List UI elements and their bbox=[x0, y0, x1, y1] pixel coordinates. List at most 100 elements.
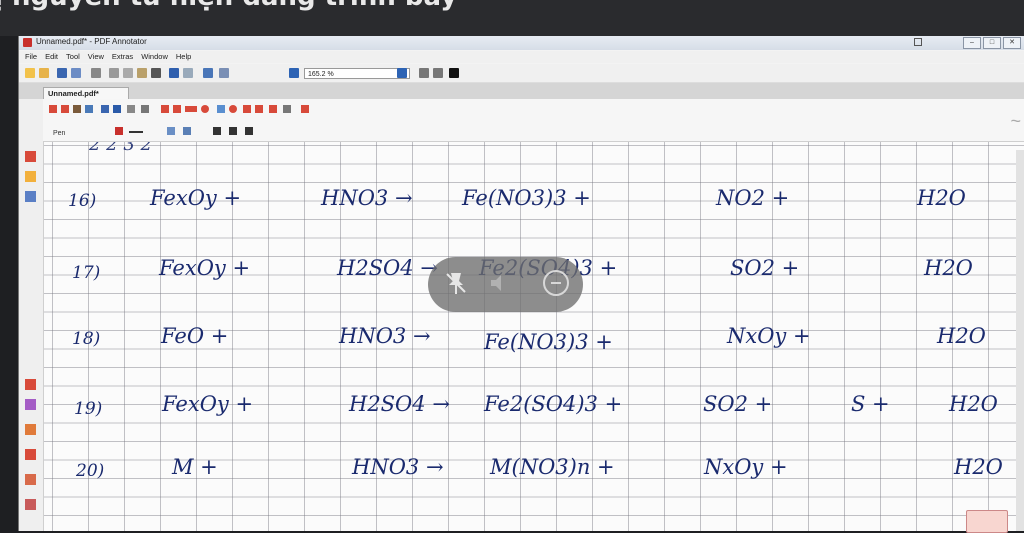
eraser-icon[interactable] bbox=[25, 499, 36, 510]
hand-tool-icon[interactable] bbox=[73, 105, 81, 113]
reactant-1: FexOy + bbox=[162, 392, 254, 416]
pen-tool-icon[interactable] bbox=[25, 151, 36, 162]
highlighter-icon[interactable] bbox=[25, 424, 36, 435]
stamp-icon[interactable] bbox=[25, 449, 36, 460]
product-1: Fe(NO3)3 + bbox=[484, 330, 613, 354]
smoothing-icon[interactable] bbox=[183, 127, 191, 135]
copy-icon[interactable] bbox=[123, 68, 133, 78]
line-tool-icon[interactable] bbox=[161, 105, 169, 113]
menu-edit[interactable]: Edit bbox=[45, 51, 58, 63]
zoom-select[interactable]: 165.2 % ▼ bbox=[304, 68, 410, 79]
camera-tool-icon[interactable] bbox=[243, 105, 251, 113]
product-2: NxOy + bbox=[704, 455, 788, 479]
minimize-button[interactable]: – bbox=[963, 37, 981, 49]
fit-page-icon[interactable] bbox=[419, 68, 429, 78]
underline-icon[interactable] bbox=[229, 127, 237, 135]
rectangle-tool-icon[interactable] bbox=[185, 106, 197, 112]
maximize-button[interactable]: □ bbox=[983, 37, 1001, 49]
pen-tool-button-icon[interactable] bbox=[101, 105, 109, 113]
menu-view[interactable]: View bbox=[88, 51, 104, 63]
product-4: H2O bbox=[917, 186, 966, 210]
print-icon[interactable] bbox=[91, 68, 101, 78]
menu-extras[interactable]: Extras bbox=[112, 51, 133, 63]
product-4: H2O bbox=[937, 324, 986, 348]
window-controls: – □ ✕ bbox=[963, 37, 1021, 49]
annotation-toolbar: Pen ~ bbox=[43, 99, 1024, 142]
menu-file[interactable]: File bbox=[25, 51, 37, 63]
fullscreen-icon[interactable] bbox=[449, 68, 459, 78]
cut-icon[interactable] bbox=[109, 68, 119, 78]
save-as-icon[interactable] bbox=[71, 68, 81, 78]
close-button[interactable]: ✕ bbox=[1003, 37, 1021, 49]
text-style-icon[interactable] bbox=[213, 127, 221, 135]
partial-top-line: 2 2 3 2 bbox=[89, 142, 152, 155]
find-icon[interactable] bbox=[203, 68, 213, 78]
note-icon[interactable] bbox=[25, 171, 36, 182]
zoom-in-icon[interactable] bbox=[397, 68, 407, 78]
image-tool-icon[interactable] bbox=[127, 105, 135, 113]
zoom-tool-icon[interactable] bbox=[85, 105, 93, 113]
product-1: M(NO3)n + bbox=[490, 455, 615, 479]
magic-tool-icon[interactable] bbox=[283, 105, 291, 113]
corner-action-button[interactable] bbox=[966, 510, 1008, 533]
product-3: S + bbox=[851, 392, 890, 416]
pen-color-icon[interactable] bbox=[115, 127, 123, 135]
link-tool-icon[interactable] bbox=[217, 105, 225, 113]
new-document-icon[interactable] bbox=[25, 68, 35, 78]
menu-help[interactable]: Help bbox=[176, 51, 191, 63]
restore-icon[interactable] bbox=[914, 38, 922, 46]
highlighter-tool-icon[interactable] bbox=[269, 105, 277, 113]
line-width-icon[interactable] bbox=[129, 131, 143, 133]
reactant-2: HNO3 → bbox=[352, 455, 444, 479]
arrow-tool-icon[interactable] bbox=[173, 105, 181, 113]
product-2: SO2 + bbox=[730, 256, 800, 280]
user-tool-icon[interactable] bbox=[141, 105, 149, 113]
product-2: NxOy + bbox=[727, 324, 811, 348]
document-tab-row: Unnamed.pdf* bbox=[19, 83, 1024, 99]
open-folder-icon[interactable] bbox=[39, 68, 49, 78]
unpin-icon[interactable] bbox=[442, 269, 470, 297]
document-page[interactable]: 2 2 3 2 16) FexOy + HNO3 → Fe(NO3)3 + NO… bbox=[44, 142, 1024, 531]
tool-name-label: Pen bbox=[53, 130, 66, 137]
page-view-icon[interactable] bbox=[219, 68, 229, 78]
reactant-2: H2SO4 → bbox=[349, 392, 450, 416]
select-tool-icon[interactable] bbox=[49, 105, 57, 113]
floating-action-pill bbox=[428, 257, 583, 312]
paste-icon[interactable] bbox=[137, 68, 147, 78]
menu-tool[interactable]: Tool bbox=[66, 51, 80, 63]
paperclip-icon[interactable] bbox=[25, 191, 36, 202]
undo-icon[interactable] bbox=[169, 68, 179, 78]
redo-icon[interactable] bbox=[183, 68, 193, 78]
ellipse-tool-icon[interactable] bbox=[201, 105, 209, 113]
pen-style-icon[interactable] bbox=[167, 127, 175, 135]
favorites-heart-icon[interactable] bbox=[301, 105, 309, 113]
marker-tool-icon[interactable] bbox=[113, 105, 121, 113]
product-1: Fe(NO3)3 + bbox=[462, 186, 591, 210]
marker-icon[interactable] bbox=[25, 399, 36, 410]
product-2: SO2 + bbox=[703, 392, 773, 416]
user-stamp-icon[interactable] bbox=[25, 474, 36, 485]
save-icon[interactable] bbox=[57, 68, 67, 78]
equation-number: 16) bbox=[68, 191, 97, 211]
product-4: H2O bbox=[949, 392, 998, 416]
strikethrough-icon[interactable] bbox=[245, 127, 253, 135]
squiggle-icon: ~ bbox=[1010, 111, 1021, 131]
zoom-out-icon[interactable] bbox=[289, 68, 299, 78]
product-2: NO2 + bbox=[716, 186, 790, 210]
menu-bar: File Edit Tool View Extras Window Help bbox=[19, 51, 1024, 63]
reactant-1: FexOy + bbox=[150, 186, 242, 210]
document-tab[interactable]: Unnamed.pdf* bbox=[43, 87, 129, 99]
menu-window[interactable]: Window bbox=[141, 51, 168, 63]
vertical-scrollbar[interactable] bbox=[1016, 150, 1024, 531]
main-toolbar: 165.2 % ▼ bbox=[19, 64, 1024, 83]
lasso-tool-icon[interactable] bbox=[229, 105, 237, 113]
fit-width-icon[interactable] bbox=[433, 68, 443, 78]
stamp-tool-icon[interactable] bbox=[255, 105, 263, 113]
minimize-circle-icon[interactable] bbox=[543, 270, 569, 296]
text-select-icon[interactable] bbox=[61, 105, 69, 113]
heart-icon[interactable] bbox=[25, 379, 36, 390]
delete-icon[interactable] bbox=[151, 68, 161, 78]
equation-number: 17) bbox=[72, 263, 101, 283]
mute-icon[interactable] bbox=[488, 272, 510, 294]
product-4: H2O bbox=[924, 256, 973, 280]
